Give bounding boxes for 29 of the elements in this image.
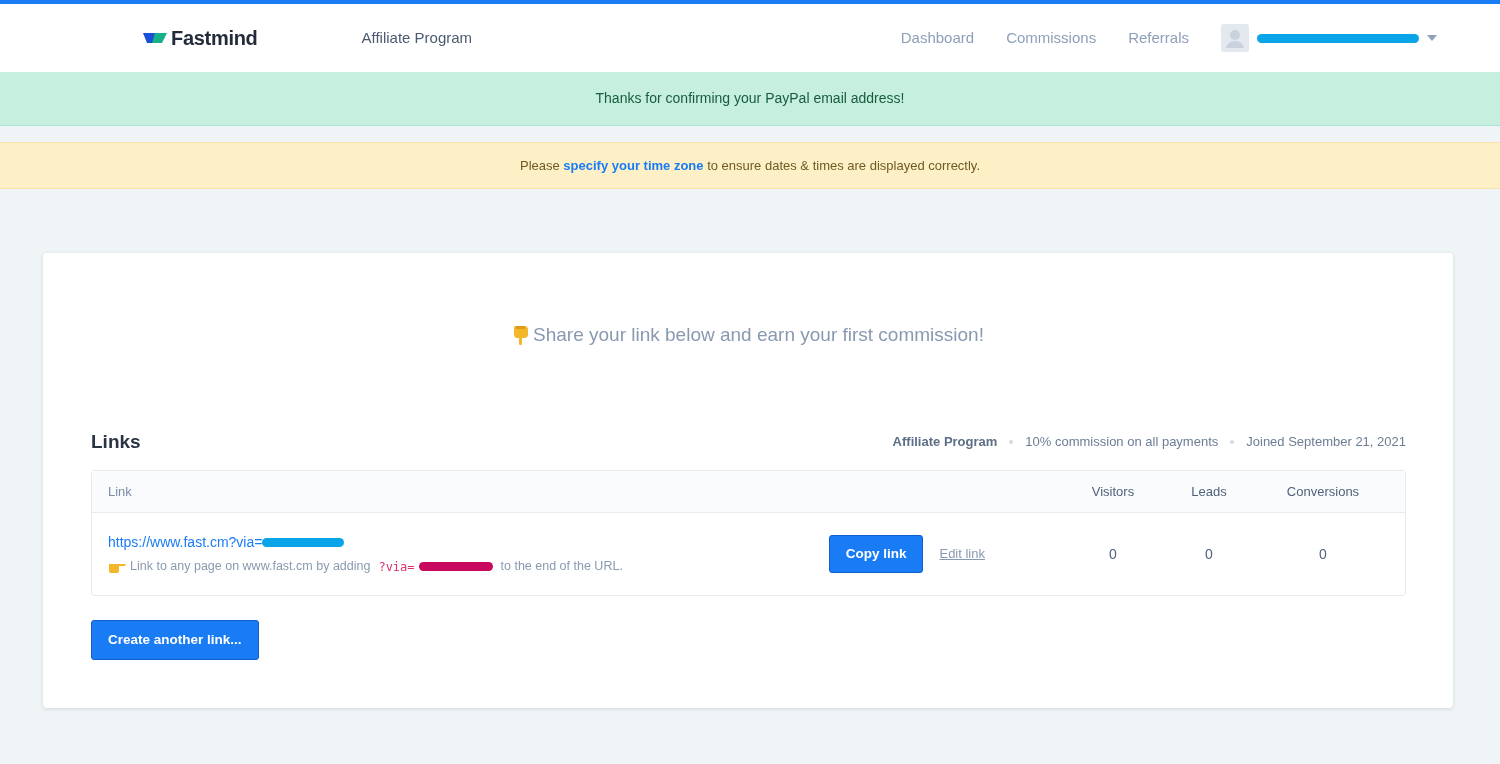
table-cell-text: 0 [1204,544,1214,564]
program-title: Affiliate Program [361,27,473,48]
logo-icon [143,31,167,45]
nav-link[interactable]: Commissions [1006,26,1097,50]
nav-link[interactable]: Dashboard [900,26,975,50]
affiliate-url[interactable]: https://www.fast.cm?via= [108,532,263,554]
caret-icon [1427,35,1437,41]
nav-link[interactable]: Referrals [1128,26,1189,50]
brand-name[interactable]: Fastmind [171,23,258,53]
column-header: Leads [1190,482,1228,501]
meta-text: Affiliate Program [892,433,998,451]
meta-text: Joined September 21, 2021 [1246,433,1406,451]
alert-message: Please specify your time zone to ensure dates & times are displayed correctly. [520,156,980,175]
code-snippet: ?via= [378,558,415,576]
timezone-link[interactable]: specify your time zone [563,157,704,173]
edit-link[interactable]: Edit link [939,544,985,564]
hint-text: Link to any page on www.fast.cm by adding [130,558,371,576]
column-header: Conversions [1285,482,1361,501]
headline-text: Share your link below and earn your first commission! [533,323,984,347]
hint-text: to the end of the URL. [500,558,623,576]
section-title: Links [91,429,141,454]
alert-message: Thanks for confirming your PayPal email address! [595,89,905,108]
table-cell-text: 0 [1108,544,1118,564]
column-header: Visitors [1090,482,1136,501]
column-header: Link [108,482,133,501]
copy-link-button[interactable]: Copy link [828,534,924,574]
meta-text: 10% commission on all payments [1025,433,1219,451]
table-cell-text: 0 [1318,544,1328,564]
create-link-button[interactable]: Create another link... [91,620,259,660]
